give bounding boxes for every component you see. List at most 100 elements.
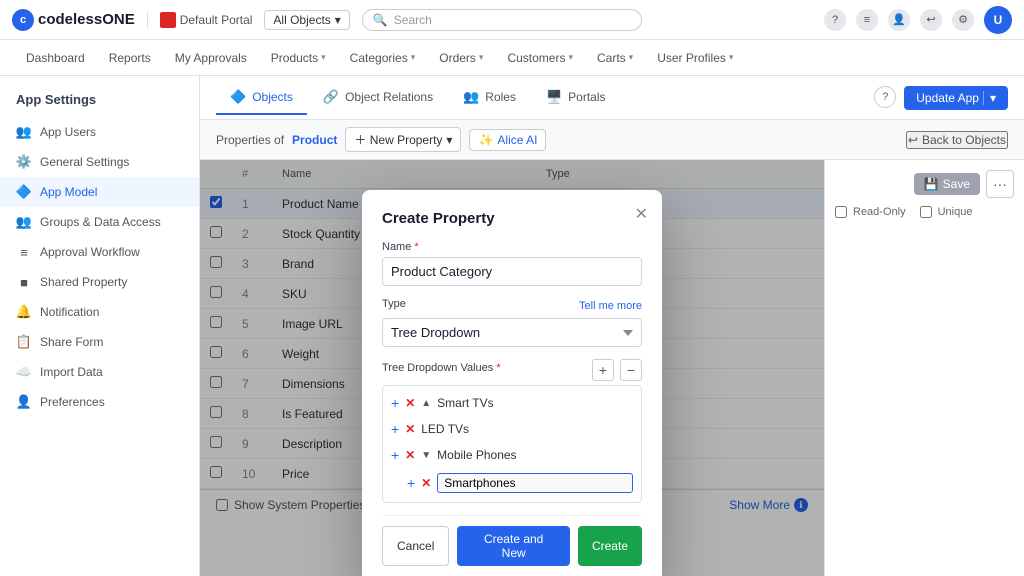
tree-item-x-2[interactable]: ✕ xyxy=(405,448,415,462)
tree-item-plus-3[interactable]: + xyxy=(407,475,415,491)
modal-footer: Cancel Create and New Create xyxy=(382,515,642,566)
nav-categories[interactable]: Categories▾ xyxy=(340,45,426,71)
tree-dropdown-section: Tree Dropdown Values * + − + xyxy=(382,359,642,503)
roles-tab-icon: 👥 xyxy=(463,89,479,105)
sidebar-label-preferences: Preferences xyxy=(40,395,105,409)
update-app-label: Update App xyxy=(916,91,979,105)
tab-objects[interactable]: 🔷 Objects xyxy=(216,81,307,115)
tree-item-label-0: Smart TVs xyxy=(437,396,633,410)
unique-checkbox[interactable] xyxy=(920,206,932,218)
tree-item-x-3[interactable]: ✕ xyxy=(421,476,431,490)
nav-dashboard[interactable]: Dashboard xyxy=(16,45,95,71)
nav-reports[interactable]: Reports xyxy=(99,45,161,71)
tree-item-caret-2[interactable]: ▼ xyxy=(421,450,431,461)
type-label: Type xyxy=(382,298,406,310)
nav-my-approvals[interactable]: My Approvals xyxy=(165,45,257,71)
more-options-button[interactable]: ··· xyxy=(986,170,1014,198)
tree-item-caret-0[interactable]: ▲ xyxy=(421,398,431,409)
save-button[interactable]: 💾 Save xyxy=(914,173,980,195)
tab-roles[interactable]: 👥 Roles xyxy=(449,81,530,115)
navbar: Dashboard Reports My Approvals Products▾… xyxy=(0,40,1024,76)
nav-customers[interactable]: Customers▾ xyxy=(497,45,583,71)
tree-remove-button[interactable]: − xyxy=(620,359,642,381)
sidebar-item-groups-data-access[interactable]: 👥 Groups & Data Access xyxy=(0,207,199,237)
tab-object-relations-label: Object Relations xyxy=(345,90,433,104)
share-form-icon: 📋 xyxy=(16,334,32,350)
tell-me-more-link[interactable]: Tell me more xyxy=(579,300,642,312)
approval-workflow-icon: ≡ xyxy=(16,244,32,260)
tab-object-relations[interactable]: 🔗 Object Relations xyxy=(309,81,447,115)
sidebar-item-approval-workflow[interactable]: ≡ Approval Workflow xyxy=(0,237,199,267)
tree-item-plus-1[interactable]: + xyxy=(391,421,399,437)
sidebar-item-general-settings[interactable]: ⚙️ General Settings xyxy=(0,147,199,177)
nav-user-profiles-chevron: ▾ xyxy=(729,52,734,63)
modal-close-button[interactable]: ✕ xyxy=(635,204,648,224)
sidebar-item-preferences[interactable]: 👤 Preferences xyxy=(0,387,199,417)
back-to-objects-button[interactable]: ↩ Back to Objects xyxy=(906,131,1008,149)
tree-item-x-0[interactable]: ✕ xyxy=(405,396,415,410)
sidebar-label-approval-workflow: Approval Workflow xyxy=(40,245,140,259)
sidebar-item-import-data[interactable]: ☁️ Import Data xyxy=(0,357,199,387)
user-add-icon[interactable]: 👤 xyxy=(888,9,910,31)
tree-item-x-1[interactable]: ✕ xyxy=(405,422,415,436)
main-layout: App Settings 👥 App Users ⚙️ General Sett… xyxy=(0,76,1024,576)
read-only-row: Read-Only Unique xyxy=(835,206,1014,218)
alice-ai-button[interactable]: ✨ Alice AI xyxy=(469,129,546,151)
tabs-bar: 🔷 Objects 🔗 Object Relations 👥 Roles 🖥️ … xyxy=(200,76,1024,120)
general-settings-icon: ⚙️ xyxy=(16,154,32,170)
sidebar-label-general-settings: General Settings xyxy=(40,155,129,169)
alice-ai-star: ✨ xyxy=(478,133,493,147)
create-and-new-button[interactable]: Create and New xyxy=(457,526,570,566)
name-input[interactable] xyxy=(382,257,642,286)
topbar: c codelessONE Default Portal All Objects… xyxy=(0,0,1024,40)
tree-item-plus-2[interactable]: + xyxy=(391,447,399,463)
history-icon[interactable]: ↩ xyxy=(920,9,942,31)
nav-products[interactable]: Products▾ xyxy=(261,45,336,71)
search-box[interactable]: 🔍 Search xyxy=(362,9,642,31)
shared-property-icon: ■ xyxy=(16,274,32,290)
logo: c codelessONE xyxy=(12,9,135,31)
portal-badge: Default Portal xyxy=(147,12,253,28)
cancel-button[interactable]: Cancel xyxy=(382,526,449,566)
tab-portals[interactable]: 🖥️ Portals xyxy=(532,81,620,115)
tab-help-button[interactable]: ? xyxy=(874,86,896,108)
nav-carts[interactable]: Carts▾ xyxy=(587,45,643,71)
preferences-icon: 👤 xyxy=(16,394,32,410)
type-select[interactable]: Tree Dropdown xyxy=(382,318,642,347)
nav-user-profiles[interactable]: User Profiles▾ xyxy=(647,45,743,71)
logo-icon: c xyxy=(12,9,34,31)
nav-categories-chevron: ▾ xyxy=(411,52,416,63)
create-button[interactable]: Create xyxy=(578,526,642,566)
sidebar-label-share-form: Share Form xyxy=(40,335,103,349)
sidebar-label-groups-data-access: Groups & Data Access xyxy=(40,215,161,229)
tree-item-input-smartphones[interactable] xyxy=(437,473,633,493)
settings-icon[interactable]: ⚙ xyxy=(952,9,974,31)
sidebar-label-app-model: App Model xyxy=(40,185,97,199)
update-app-caret[interactable]: ▾ xyxy=(983,91,996,105)
sidebar-item-app-users[interactable]: 👥 App Users xyxy=(0,117,199,147)
search-icon: 🔍 xyxy=(373,13,388,27)
sidebar-item-app-model[interactable]: 🔷 App Model xyxy=(0,177,199,207)
update-app-button[interactable]: Update App ▾ xyxy=(904,86,1008,110)
search-placeholder: Search xyxy=(394,13,432,27)
sidebar-item-shared-property[interactable]: ■ Shared Property xyxy=(0,267,199,297)
name-required: * xyxy=(414,241,418,253)
tree-add-button[interactable]: + xyxy=(592,359,614,381)
help-icon[interactable]: ? xyxy=(824,9,846,31)
portals-tab-icon: 🖥️ xyxy=(546,89,562,105)
tabs-right-actions: ? Update App ▾ xyxy=(874,86,1008,110)
portal-icon xyxy=(160,12,176,28)
sidebar-item-share-form[interactable]: 📋 Share Form xyxy=(0,327,199,357)
type-row: Type Tell me more xyxy=(382,298,642,314)
menu-icon[interactable]: ≡ xyxy=(856,9,878,31)
tree-item-plus-0[interactable]: + xyxy=(391,395,399,411)
nav-orders[interactable]: Orders▾ xyxy=(429,45,493,71)
new-property-button[interactable]: ＋ New Property ▾ xyxy=(345,127,461,152)
avatar[interactable]: U xyxy=(984,6,1012,34)
sidebar-item-notification[interactable]: 🔔 Notification xyxy=(0,297,199,327)
read-only-checkbox[interactable] xyxy=(835,206,847,218)
sidebar-title: App Settings xyxy=(0,88,199,117)
object-relations-tab-icon: 🔗 xyxy=(323,89,339,105)
modal-overlay: Create Property ✕ Name * Type Tell me mo… xyxy=(200,160,824,576)
all-objects-dropdown[interactable]: All Objects ▾ xyxy=(264,10,349,30)
